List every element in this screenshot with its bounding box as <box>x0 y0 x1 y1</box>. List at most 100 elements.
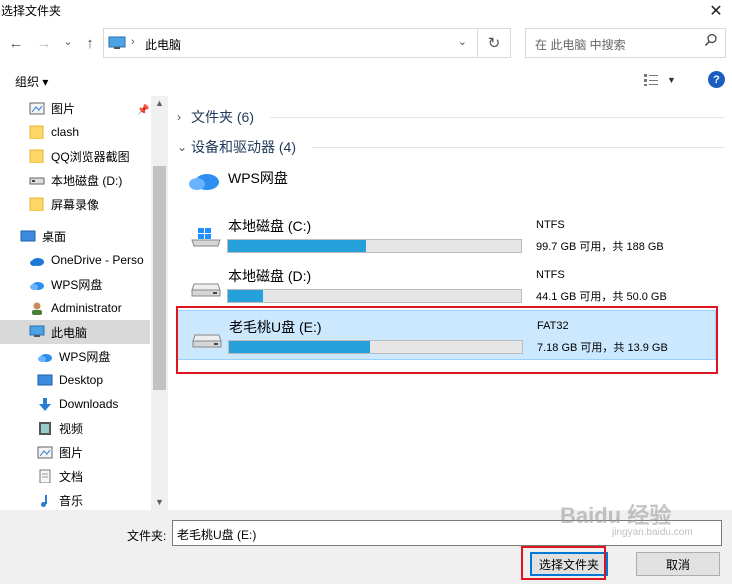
drive-c[interactable]: 本地磁盘 (C:) NTFS 99.7 GB 可用，共 188 GB <box>176 210 716 260</box>
drive-usage-fill <box>228 240 366 252</box>
downloads-icon <box>39 398 51 411</box>
sidebar-item-label: 图片 <box>51 101 76 116</box>
sidebar-item-label: 本地磁盘 (D:) <box>51 173 123 188</box>
videos-icon <box>39 422 51 435</box>
sidebar-item-downloads[interactable]: Downloads <box>0 392 150 416</box>
drive-d[interactable]: 本地磁盘 (D:) NTFS 44.1 GB 可用，共 50.0 GB <box>176 260 716 310</box>
sidebar-item-label: 音乐 <box>59 493 84 508</box>
view-options-button[interactable]: ▼ <box>643 70 683 90</box>
sidebar-item-label: Desktop <box>59 373 104 387</box>
sidebar-item-desktop-folder[interactable]: Desktop <box>0 368 150 392</box>
sidebar-item-qq-screenshots[interactable]: QQ浏览器截图 <box>0 144 150 168</box>
sidebar-item-wps-cloud-pc[interactable]: WPS网盘 <box>0 344 150 368</box>
address-text: 此电脑 <box>145 38 182 52</box>
watermark-url: jingyan.baidu.com <box>612 527 693 538</box>
devices-group-header[interactable]: ⌄ 设备和驱动器 (4) <box>177 137 296 157</box>
drive-icon <box>29 177 45 185</box>
sidebar-item-label: WPS网盘 <box>51 277 103 292</box>
music-icon <box>41 495 47 507</box>
search-placeholder: 在 此电脑 中搜索 <box>535 38 626 52</box>
search-input[interactable]: 在 此电脑 中搜索 <box>525 28 726 58</box>
drive-icon <box>191 283 221 297</box>
sidebar-item-desktop[interactable]: 桌面 <box>0 224 150 248</box>
forward-button[interactable]: → <box>34 32 54 54</box>
recent-locations-button[interactable]: ⌄ <box>60 30 76 52</box>
sidebar-scroll-thumb[interactable] <box>153 166 166 390</box>
up-button[interactable]: ↑ <box>80 32 100 54</box>
sidebar-item-onedrive[interactable]: OneDrive - Perso <box>0 248 150 272</box>
sidebar-item-label: 图片 <box>59 445 84 460</box>
sidebar-item-label: 文档 <box>59 469 84 484</box>
sidebar-item-wps-cloud[interactable]: WPS网盘 <box>0 272 150 296</box>
folder-icon <box>29 125 44 139</box>
drive-usage-bar <box>227 289 522 303</box>
scroll-down-icon[interactable]: ▼ <box>151 495 168 509</box>
folder-icon <box>29 149 44 163</box>
address-dropdown-icon[interactable]: ⌄ <box>458 35 467 48</box>
sidebar-item-label: WPS网盘 <box>59 349 111 364</box>
chevron-down-icon: ⌄ <box>63 35 73 48</box>
sidebar-item-administrator[interactable]: Administrator <box>0 296 150 320</box>
highlight-box <box>176 306 718 374</box>
sidebar-item-videos[interactable]: 视频 <box>0 416 150 440</box>
up-arrow-icon: ↑ <box>86 34 94 52</box>
windows-drive-icon <box>191 228 221 247</box>
drive-filesystem: NTFS <box>536 269 565 281</box>
computer-icon <box>108 36 126 49</box>
cancel-button[interactable]: 取消 <box>636 552 720 576</box>
drive-usage-bar <box>227 239 522 253</box>
back-button[interactable]: ← <box>6 32 26 54</box>
sidebar-item-label: 视频 <box>59 421 84 436</box>
sidebar-item-label: clash <box>51 125 80 139</box>
sidebar-item-pictures-quick[interactable]: 图片 <box>0 96 150 120</box>
view-list-icon <box>644 74 658 86</box>
sidebar-item-clash[interactable]: clash <box>0 120 150 144</box>
pictures-icon <box>37 446 53 459</box>
search-icon <box>704 33 717 47</box>
devices-group-label: 设备和驱动器 (4) <box>191 139 296 155</box>
folders-group-header[interactable]: › 文件夹 (6) <box>177 107 254 127</box>
drive-usage-fill <box>228 290 264 302</box>
watermark: Baidu 经验 <box>560 503 672 528</box>
sidebar-item-label: 此电脑 <box>51 325 88 340</box>
sidebar-item-label: QQ浏览器截图 <box>51 149 130 164</box>
drive-space: 99.7 GB 可用，共 188 GB <box>536 241 664 253</box>
wps-drive-item[interactable]: WPS网盘 <box>188 162 428 198</box>
folder-icon <box>29 197 44 211</box>
folders-group-label: 文件夹 (6) <box>191 109 254 125</box>
pin-icon: 📌 <box>137 105 150 116</box>
refresh-icon: ↻ <box>487 35 501 52</box>
sidebar-item-drive-d[interactable]: 本地磁盘 (D:) <box>0 168 150 192</box>
sidebar-item-label: Downloads <box>59 397 119 411</box>
help-button[interactable]: ? <box>708 71 725 88</box>
desktop-folder-icon <box>37 374 53 386</box>
sidebar-item-documents[interactable]: 文档 <box>0 464 150 488</box>
sidebar-item-pictures[interactable]: 图片 <box>0 440 150 464</box>
forward-arrow-icon: → <box>36 34 52 52</box>
drive-filesystem: NTFS <box>536 219 565 231</box>
help-icon: ? <box>713 73 720 86</box>
user-icon <box>32 302 42 315</box>
organize-button[interactable]: 组织 ▾ <box>15 73 48 90</box>
sidebar-item-screen-recordings[interactable]: 屏幕录像 <box>0 192 150 216</box>
chevron-down-icon: ⌄ <box>177 140 188 154</box>
desktop-icon <box>20 230 36 242</box>
highlight-box <box>521 546 606 580</box>
documents-icon <box>39 469 51 483</box>
back-arrow-icon: ← <box>8 34 24 52</box>
close-button[interactable]: ✕ <box>700 0 732 22</box>
folder-label: 文件夹: <box>127 529 167 543</box>
drive-name: 本地磁盘 (D:) <box>228 268 312 284</box>
chevron-right-icon: › <box>177 110 181 124</box>
drive-space: 44.1 GB 可用，共 50.0 GB <box>536 291 667 303</box>
window-title: 选择文件夹 <box>1 4 62 18</box>
pictures-icon <box>29 102 45 115</box>
sidebar-item-music[interactable]: 音乐 <box>0 488 150 510</box>
refresh-button[interactable]: ↻ <box>478 28 511 58</box>
scroll-up-icon[interactable]: ▲ <box>151 96 168 110</box>
onedrive-icon <box>30 258 44 266</box>
sidebar-item-this-pc[interactable]: 此电脑 <box>0 320 150 344</box>
address-bar[interactable]: › 此电脑 ⌄ <box>103 28 478 58</box>
view-dropdown-icon: ▼ <box>667 75 676 85</box>
computer-icon <box>29 325 45 337</box>
